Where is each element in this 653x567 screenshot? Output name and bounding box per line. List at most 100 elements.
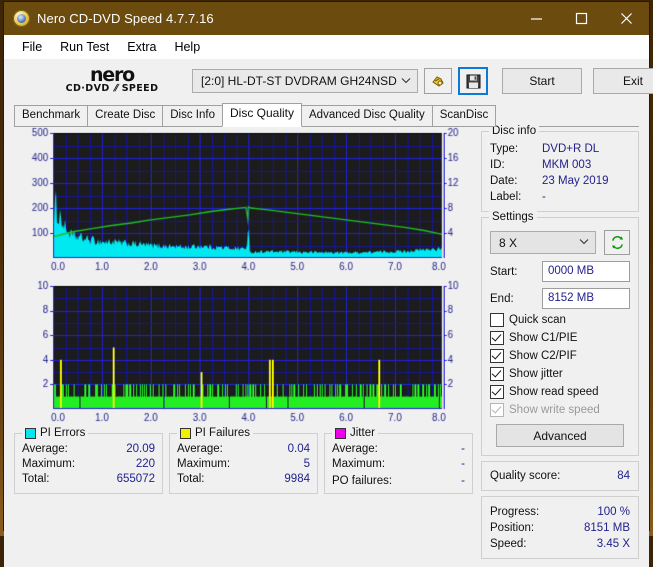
disc-label-label: Label:	[490, 191, 522, 203]
disc-hand-icon-button[interactable]	[424, 68, 452, 94]
jitter-stats: Jitter Average: - Maximum: - PO failures…	[324, 427, 473, 494]
position-label: Position:	[490, 522, 535, 534]
logo-tagline-right: SPEED	[121, 83, 159, 94]
tab-create-disc[interactable]: Create Disc	[87, 105, 164, 127]
pi-failures-total-row: Total: 9984	[177, 472, 310, 487]
start-input[interactable]: 0000 MB	[542, 261, 630, 282]
po-failures-row: PO failures: -	[332, 474, 465, 489]
statistics-row: PI Errors Average: 20.09 Maximum: 220 To…	[14, 427, 473, 494]
checkbox-show-read-speed[interactable]: Show read speed	[490, 385, 630, 399]
logo-tagline: CD·DVD ⫽ SPEED	[32, 83, 192, 94]
menu-item-run-test[interactable]: Run Test	[51, 38, 118, 56]
pi-failures-total-label: Total:	[177, 473, 205, 485]
pi-errors-maximum-row: Maximum: 220	[22, 457, 155, 472]
pi-errors-maximum-label: Maximum:	[22, 458, 76, 470]
refresh-button[interactable]	[604, 230, 630, 255]
disc-date-value: 23 May 2019	[542, 175, 609, 187]
nero-logo: nero CD·DVD ⫽ SPEED	[14, 64, 192, 95]
pi-errors-total-label: Total:	[22, 473, 50, 485]
chevron-down-icon	[397, 76, 415, 87]
jitter-maximum-value: -	[461, 458, 465, 470]
disc-type-label: Type:	[490, 143, 519, 155]
tab-advanced-disc-quality[interactable]: Advanced Disc Quality	[301, 105, 433, 127]
start-button[interactable]: Start	[502, 68, 582, 94]
jitter-average-row: Average: -	[332, 442, 465, 457]
pi-failures-maximum-label: Maximum:	[177, 458, 231, 470]
pi-errors-stats-label: PI Errors	[40, 427, 86, 439]
checkbox-show-jitter[interactable]: Show jitter	[490, 367, 630, 381]
position-row: Position: 8151 MB	[490, 520, 630, 536]
advanced-button[interactable]: Advanced	[496, 424, 624, 447]
checkbox-quick-scan[interactable]: Quick scan	[490, 313, 630, 327]
logo-tagline-left: CD·DVD	[65, 83, 110, 94]
checkbox-box	[490, 385, 504, 399]
tab-bar: Benchmark Create Disc Disc Info Disc Qua…	[4, 103, 649, 127]
checkbox-label: Show read speed	[509, 386, 599, 398]
speed-select-value: 8 X	[499, 235, 518, 250]
window-controls	[514, 2, 649, 35]
jitter-average-label: Average:	[332, 443, 378, 455]
disc-info-type-row: Type: DVD+R DL	[490, 141, 630, 157]
pi-failures-average-value: 0.04	[287, 443, 310, 455]
tab-disc-info[interactable]: Disc Info	[162, 105, 223, 127]
checkbox-box	[490, 367, 504, 381]
disc-info-title: Disc info	[489, 125, 540, 137]
checkbox-label: Show jitter	[509, 368, 563, 380]
speed-select[interactable]: 8 X	[490, 231, 596, 254]
charts-column: PI Errors Average: 20.09 Maximum: 220 To…	[14, 127, 473, 559]
pi-failures-color-swatch	[180, 427, 191, 439]
drive-select[interactable]: [2:0] HL-DT-ST DVDRAM GH24NSD0 LH00	[192, 69, 418, 93]
menu-item-extra[interactable]: Extra	[118, 38, 165, 56]
application-window: Nero CD-DVD Speed 4.7.7.16 File Run Test…	[4, 2, 653, 567]
tab-disc-quality[interactable]: Disc Quality	[222, 103, 303, 127]
progress-group: Progress: 100 % Position: 8151 MB Speed:…	[481, 496, 639, 559]
disc-hand-icon	[432, 76, 444, 87]
quality-score-label: Quality score:	[490, 470, 561, 482]
checkbox-show-c2-pif[interactable]: Show C2/PIF	[490, 349, 630, 363]
disc-info-group: Disc info Type: DVD+R DL ID: MKM 003 Dat…	[481, 125, 639, 212]
logo-slash-icon: ⫽	[109, 83, 122, 94]
progress-value: 100 %	[597, 506, 630, 518]
close-icon[interactable]	[604, 2, 649, 35]
pi-failures-stats-title: PI Failures	[177, 427, 253, 439]
pi-errors-color-swatch	[25, 427, 36, 439]
tab-benchmark[interactable]: Benchmark	[14, 105, 89, 127]
pi-failures-maximum-value: 5	[303, 458, 310, 470]
pi-errors-average-label: Average:	[22, 443, 68, 455]
floppy-save-icon-button[interactable]	[458, 67, 488, 95]
checkbox-label: Show C2/PIF	[509, 350, 577, 362]
settings-group: Settings 8 X Start: 0000 MB End: 8152 MB…	[481, 211, 639, 456]
quality-score-value: 84	[617, 470, 630, 482]
menu-item-help[interactable]: Help	[165, 38, 209, 56]
pi-errors-chart	[14, 127, 473, 275]
speed-row-readout: Speed: 3.45 X	[490, 536, 630, 552]
menu-bar: File Run Test Extra Help	[4, 35, 649, 59]
disc-type-value: DVD+R DL	[542, 143, 600, 155]
side-panel: Disc info Type: DVD+R DL ID: MKM 003 Dat…	[481, 125, 639, 559]
checkbox-label: Show C1/PIE	[509, 332, 578, 344]
jitter-stats-label: Jitter	[350, 427, 375, 439]
speed-label: Speed:	[490, 538, 527, 550]
jitter-maximum-row: Maximum: -	[332, 457, 465, 472]
jitter-average-value: -	[461, 443, 465, 455]
disc-info-id-row: ID: MKM 003	[490, 157, 630, 173]
pi-errors-stats-title: PI Errors	[22, 427, 89, 439]
minimize-icon[interactable]	[514, 2, 559, 35]
menu-item-file[interactable]: File	[13, 38, 51, 56]
exit-button[interactable]: Exit	[593, 68, 653, 94]
checkbox-box	[490, 331, 504, 345]
po-failures-value: -	[461, 475, 465, 487]
title-bar: Nero CD-DVD Speed 4.7.7.16	[4, 2, 649, 35]
end-input[interactable]: 8152 MB	[542, 288, 630, 309]
checkbox-show-c1-pie[interactable]: Show C1/PIE	[490, 331, 630, 345]
refresh-green-icon	[611, 236, 623, 249]
disc-info-label-row: Label: -	[490, 189, 630, 205]
pi-errors-average-row: Average: 20.09	[22, 442, 155, 457]
logo-wordmark: nero	[89, 64, 135, 86]
quality-score-group: Quality score: 84	[481, 461, 639, 491]
tab-scandisc[interactable]: ScanDisc	[431, 105, 497, 127]
progress-label: Progress:	[490, 506, 540, 518]
maximize-icon[interactable]	[559, 2, 604, 35]
checkbox-box	[490, 313, 504, 327]
pi-errors-stats: PI Errors Average: 20.09 Maximum: 220 To…	[14, 427, 163, 494]
